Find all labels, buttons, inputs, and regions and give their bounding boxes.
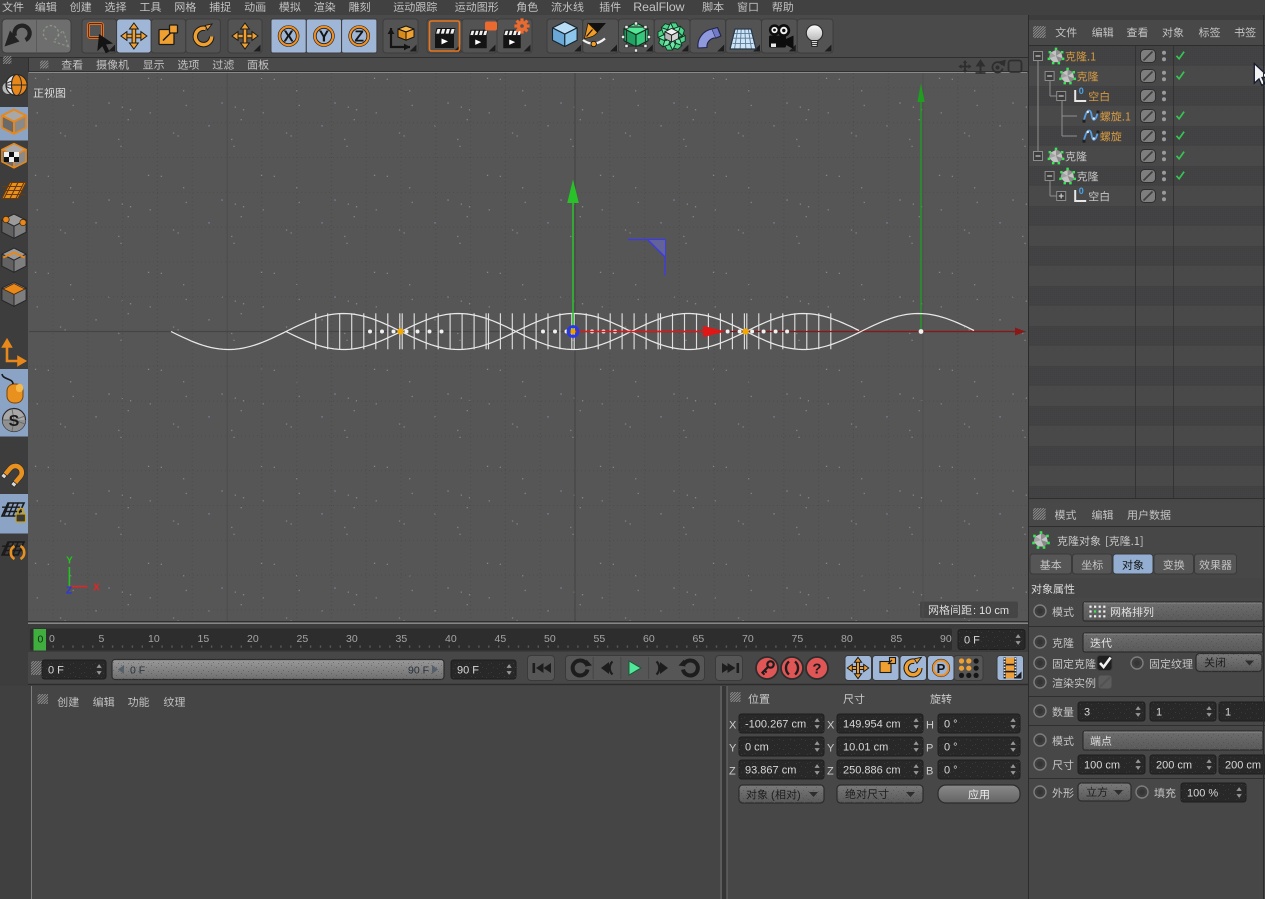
svg-text:1: 1 [1156, 707, 1162, 719]
svg-text:0: 0 [1079, 86, 1084, 96]
svg-text:0: 0 [38, 634, 44, 646]
svg-text:149.954 cm: 149.954 cm [843, 719, 900, 731]
svg-text:90 F: 90 F [408, 665, 429, 677]
svg-text:10.01 cm: 10.01 cm [843, 742, 888, 754]
svg-text:0 °: 0 ° [944, 719, 958, 731]
svg-text:10: 10 [148, 633, 160, 645]
svg-text:Y: Y [319, 29, 330, 46]
svg-text:X: X [729, 720, 737, 732]
svg-text:15: 15 [198, 633, 210, 645]
svg-text:Z: Z [729, 766, 736, 778]
svg-text:200 cm: 200 cm [1225, 760, 1261, 772]
svg-text:100 cm: 100 cm [1084, 760, 1120, 772]
svg-text:35: 35 [396, 633, 408, 645]
svg-text:40: 40 [445, 633, 457, 645]
svg-text:45: 45 [495, 633, 507, 645]
svg-text:60: 60 [643, 633, 655, 645]
svg-text:90 F: 90 F [457, 665, 479, 677]
svg-text:30: 30 [346, 633, 358, 645]
svg-text:0 cm: 0 cm [745, 742, 769, 754]
svg-text:90: 90 [940, 633, 952, 645]
svg-text:Y: Y [827, 743, 835, 755]
svg-text:X: X [827, 720, 835, 732]
svg-text:25: 25 [297, 633, 309, 645]
svg-text:X: X [93, 583, 100, 594]
svg-text:50: 50 [544, 633, 556, 645]
svg-text:): ) [797, 790, 801, 802]
svg-text:3: 3 [1084, 707, 1090, 719]
svg-text:85: 85 [891, 633, 903, 645]
svg-text:0 F: 0 F [130, 665, 145, 677]
svg-text:100 %: 100 % [1187, 788, 1218, 800]
svg-text:P: P [926, 743, 933, 755]
svg-text:70: 70 [742, 633, 754, 645]
svg-text:20: 20 [247, 633, 259, 645]
svg-text:5: 5 [99, 633, 105, 645]
svg-text:0: 0 [1079, 186, 1084, 196]
svg-text:H: H [926, 720, 934, 732]
svg-text:80: 80 [841, 633, 853, 645]
svg-text:Z: Z [827, 766, 834, 778]
svg-text:: 10 cm: : 10 cm [973, 605, 1009, 617]
svg-text:0: 0 [49, 633, 55, 645]
svg-text:Y: Y [66, 556, 73, 567]
svg-text:250.886 cm: 250.886 cm [843, 765, 900, 777]
svg-text:B: B [926, 766, 933, 778]
svg-text:55: 55 [594, 633, 606, 645]
svg-text:Z: Z [354, 29, 364, 46]
svg-text:RealFlow: RealFlow [633, 0, 684, 14]
svg-text:0 °: 0 ° [944, 742, 958, 754]
svg-text:0 F: 0 F [48, 665, 64, 677]
svg-text:?: ? [812, 661, 821, 678]
svg-text:0 F: 0 F [964, 635, 980, 647]
svg-text:75: 75 [792, 633, 804, 645]
svg-text:S: S [9, 413, 20, 430]
svg-text:P: P [937, 661, 946, 676]
svg-text:200 cm: 200 cm [1156, 760, 1192, 772]
svg-text:65: 65 [693, 633, 705, 645]
svg-text:0 °: 0 ° [944, 765, 958, 777]
svg-text:Y: Y [729, 743, 737, 755]
svg-text:-100.267 cm: -100.267 cm [745, 719, 806, 731]
svg-text:93.867 cm: 93.867 cm [745, 765, 796, 777]
svg-text:X: X [283, 29, 294, 46]
svg-text:1: 1 [1225, 707, 1231, 719]
svg-text:Z: Z [66, 586, 72, 597]
svg-text:(: ( [771, 790, 775, 802]
